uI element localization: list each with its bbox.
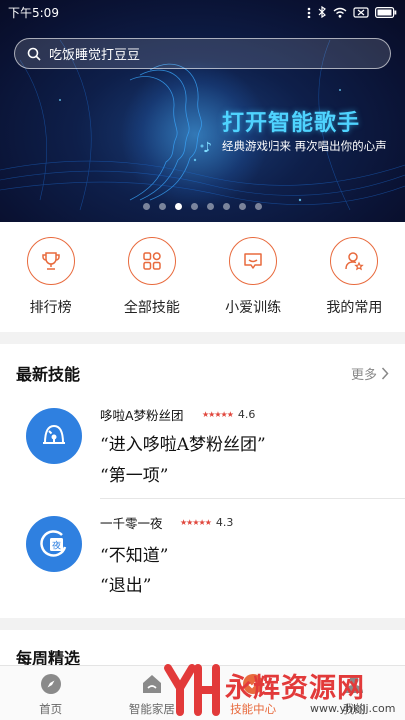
rating-value: 4.3 [215, 516, 234, 529]
more-label: 更多 [350, 367, 377, 383]
signal-dots-icon [307, 7, 311, 18]
bluetooth-icon [318, 6, 326, 18]
tab-mine[interactable]: 我的 [304, 666, 405, 720]
section-divider [0, 332, 405, 344]
bottom-navigation: 首页 智能家居 技能中心 我的 [0, 665, 405, 720]
carousel-dot[interactable] [239, 203, 246, 210]
home-icon [142, 675, 161, 693]
svg-text:夜: 夜 [52, 540, 61, 552]
skill-name: 一千零一夜 [100, 516, 163, 531]
skill-divider [100, 498, 405, 499]
carousel-dot[interactable] [191, 203, 198, 210]
section-title: 最新技能 [16, 365, 81, 384]
carousel-indicator[interactable] [0, 203, 405, 210]
skill-name: 哆啦A梦粉丝团 [100, 408, 184, 423]
banner-subtitle: 经典游戏归来 再次唱出你的心声 [222, 139, 387, 153]
star-rating-icon: ★★★★★ [180, 518, 212, 527]
quick-action-label: 全部技能 [123, 300, 180, 316]
skill-center-icon [243, 674, 264, 694]
skill-command: “不知道” [100, 546, 169, 566]
section-divider [0, 618, 405, 630]
tab-label: 我的 [342, 702, 366, 716]
tab-home[interactable]: 首页 [0, 666, 101, 720]
star-rating-icon: ★★★★★ [202, 410, 234, 419]
bell-icon [26, 408, 82, 464]
tab-smart-home[interactable]: 智能家居 [101, 666, 202, 720]
skill-card[interactable]: 夜 一千零一夜 ★★★★★ 4.3 “不知道” “退出” [0, 513, 405, 619]
search-input[interactable]: 吃饭睡觉打豆豆 [14, 38, 391, 69]
tab-label: 技能中心 [230, 702, 277, 716]
trophy-icon [26, 237, 75, 285]
skill-command: “进入哆啦A梦粉丝团” [100, 435, 266, 455]
all-skills-button[interactable]: 全部技能 [101, 222, 202, 332]
tab-skill-center[interactable]: 技能中心 [203, 666, 304, 720]
skill-command: “退出” [100, 576, 152, 596]
quick-action-label: 小爱训练 [225, 300, 282, 316]
carousel-dot[interactable] [207, 203, 214, 210]
status-time: 下午5:09 [8, 5, 59, 20]
tab-label: 首页 [39, 702, 63, 716]
search-placeholder: 吃饭睡觉打豆豆 [49, 48, 141, 63]
carousel-dot[interactable] [223, 203, 230, 210]
skill-card[interactable]: 哆啦A梦粉丝团 ★★★★★ 4.6 “进入哆啦A梦粉丝团” “第一项” [0, 405, 405, 511]
status-bar: 下午5:09 [0, 0, 405, 24]
my-favorites-button[interactable]: 我的常用 [304, 222, 405, 332]
search-icon [27, 47, 41, 61]
rating: ★★★★★ 4.6 [202, 408, 255, 421]
battery-icon [375, 6, 397, 18]
rating-value: 4.6 [237, 408, 256, 421]
rating: ★★★★★ 4.3 [180, 516, 233, 529]
chat-bubble-icon [229, 237, 278, 285]
leaderboard-button[interactable]: 排行榜 [0, 222, 101, 332]
banner-title: 打开智能歌手 [222, 111, 361, 136]
profile-icon [345, 675, 364, 693]
quick-actions: 排行榜 全部技能 小爱训练 我的常用 [0, 222, 405, 332]
carousel-dot[interactable] [255, 203, 262, 210]
chevron-right-icon [381, 366, 389, 380]
svg-text:♪: ♪ [203, 140, 212, 156]
grid-icon [127, 237, 176, 285]
carousel-dot[interactable] [159, 203, 166, 210]
latest-skills-header: 最新技能 更多 [0, 353, 405, 393]
no-sim-icon [353, 6, 369, 18]
hero-banner[interactable]: ♪ 下午5:09 吃饭睡觉打豆豆 打开智能歌手 经典游戏归来 再次唱出你的心声 [0, 0, 405, 222]
skill-command: “第一项” [100, 466, 169, 486]
book-icon: 夜 [26, 516, 82, 572]
compass-icon [40, 674, 61, 694]
quick-action-label: 我的常用 [326, 300, 383, 316]
carousel-dot[interactable] [175, 203, 182, 210]
xiaoai-training-button[interactable]: 小爱训练 [203, 222, 304, 332]
wifi-icon [333, 7, 347, 18]
carousel-dot[interactable] [143, 203, 150, 210]
more-link[interactable]: 更多 [351, 364, 389, 383]
tab-label: 智能家居 [128, 702, 175, 716]
user-star-icon [330, 237, 379, 285]
quick-action-label: 排行榜 [29, 300, 72, 316]
